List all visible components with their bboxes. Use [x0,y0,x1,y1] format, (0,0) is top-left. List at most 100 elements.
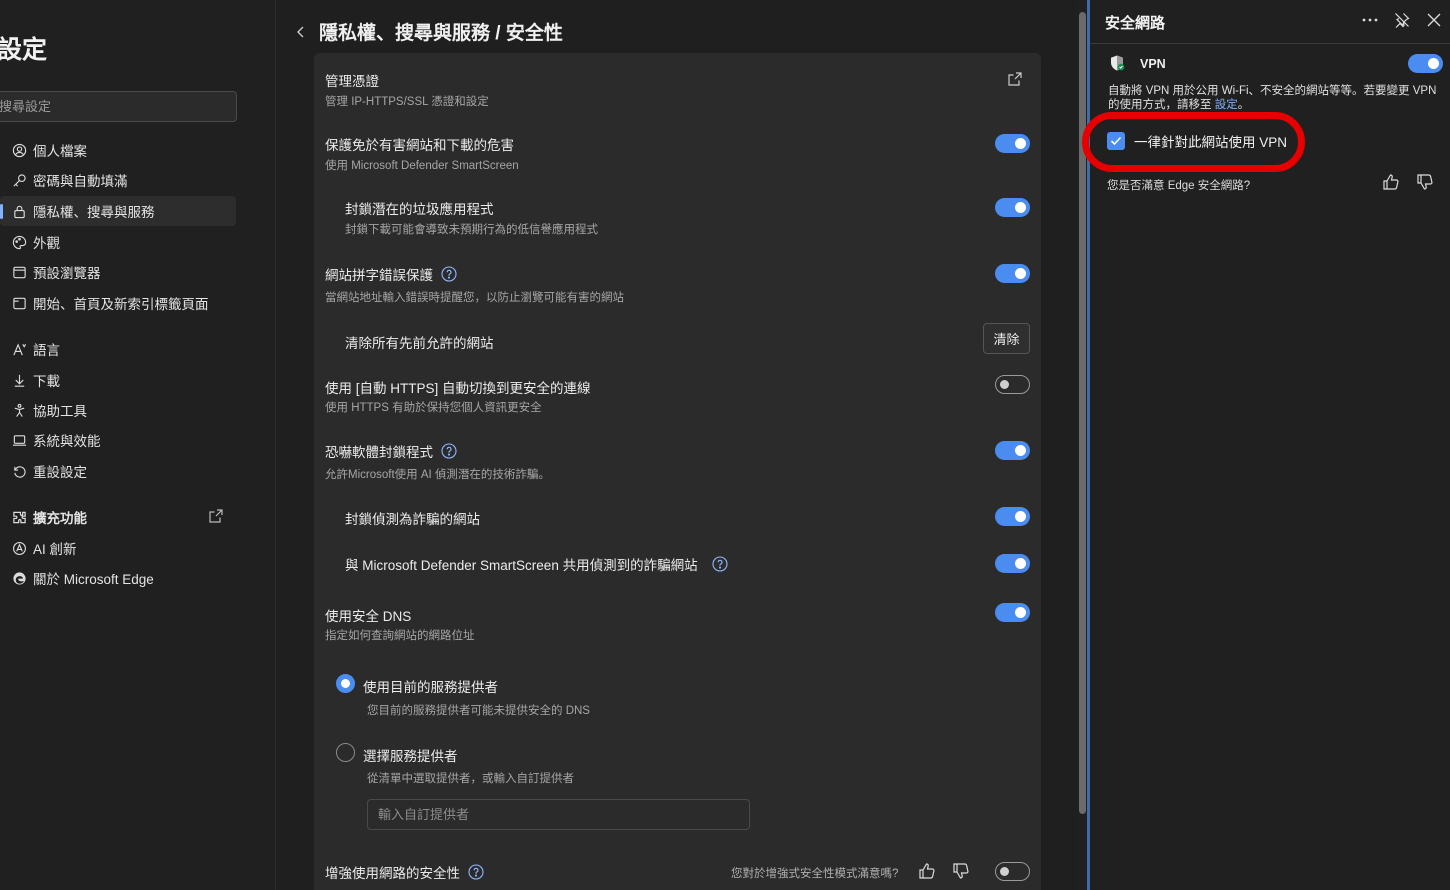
smartscreen-desc: 使用 Microsoft Defender SmartScreen [325,160,519,172]
reset-icon [10,462,28,480]
language-icon [10,340,28,358]
enhanced-security-toggle[interactable] [995,862,1030,881]
manage-certificates-title: 管理憑證 [325,74,379,89]
typosquatting-label: 網站拼字錯誤保護 [325,268,433,283]
sidebar-item-reset[interactable]: 重設設定 [0,456,236,486]
vpn-settings-link[interactable]: 設定 [1215,99,1238,111]
settings-main: 隱私權、搜尋與服務 / 安全性 管理憑證 管理 IP-HTTPS/SSL 憑證和… [277,0,1077,890]
sidebar-item-ai[interactable]: AI 創新 [0,533,236,563]
vpn-label: VPN [1140,57,1166,71]
enhanced-security-title: 增強使用網路的安全性 [325,862,484,882]
sidebar-item-label: 系統與效能 [33,434,101,449]
block-scam-title: 封鎖偵測為詐騙的網站 [345,512,480,527]
panel-feedback-question: 您是否滿意 Edge 安全網路? [1107,180,1251,192]
typosquatting-title: 網站拼字錯誤保護 [325,264,457,284]
sidebar-item-passwords[interactable]: 密碼與自動填滿 [0,165,236,195]
secure-dns-toggle[interactable] [995,603,1030,622]
manage-certificates-desc: 管理 IP-HTTPS/SSL 憑證和設定 [325,96,489,108]
settings-title: 設定 [0,36,48,64]
open-external-icon[interactable] [1007,71,1023,87]
scareware-title: 恐嚇軟體封鎖程式 [325,441,457,461]
scareware-toggle[interactable] [995,441,1030,460]
help-icon[interactable] [441,266,457,282]
sidebar-item-profile[interactable]: 個人檔案 [0,135,236,165]
browser-icon [10,263,28,281]
vpn-description: 自動將 VPN 用於公用 Wi-Fi、不安全的網站等等。若要變更 VPN 的使用… [1108,85,1437,111]
help-icon[interactable] [712,556,728,572]
auto-https-title: 使用 [自動 HTTPS] 自動切換到更安全的連線 [325,381,591,396]
vpn-shield-icon [1108,54,1126,75]
smartscreen-title: 保護免於有害網站和下載的危害 [325,138,514,153]
vpn-toggle[interactable] [1408,54,1443,73]
key-icon [10,171,28,189]
panel-title: 安全網路 [1105,15,1166,32]
sidebar-item-label: 預設瀏覽器 [33,266,101,281]
custom-dns-provider-input[interactable]: 輸入自訂提供者 [367,799,750,830]
sidebar-item-system[interactable]: 系統與效能 [0,425,236,455]
thumbs-down-icon[interactable] [1416,173,1434,191]
home-icon [10,294,28,312]
download-icon [10,371,28,389]
thumbs-down-icon[interactable] [952,862,970,880]
dns-choose-provider-radio[interactable] [336,743,355,762]
block-scam-toggle[interactable] [995,507,1030,526]
scareware-desc: 允許Microsoft使用 AI 偵測潛在的技術詐騙。 [325,469,550,481]
block-pua-toggle[interactable] [995,198,1030,217]
vpn-description-text: 自動將 VPN 用於公用 Wi-Fi、不安全的網站等等。若要變更 VPN 的使用… [1108,85,1437,111]
enhanced-security-feedback: 您對於增強式安全性模式滿意嗎? [731,868,899,880]
thumbs-up-icon[interactable] [918,862,936,880]
sidebar-item-start-home[interactable]: 開始、首頁及新索引標籤頁面 [0,288,236,318]
enhanced-security-label: 增強使用網路的安全性 [325,866,460,881]
secure-dns-desc: 指定如何查詢網站的網路位址 [325,630,475,642]
dns-current-provider-radio[interactable] [336,674,355,693]
auto-https-desc: 使用 HTTPS 有助於保持您個人資訊更安全 [325,402,542,414]
sidebar-item-privacy[interactable]: 隱私權、搜尋與服務 [0,196,236,226]
breadcrumb: 隱私權、搜尋與服務 / 安全性 [295,18,563,45]
sidebar-item-downloads[interactable]: 下載 [0,365,236,395]
sidebar-item-languages[interactable]: 語言 [0,334,236,364]
back-chevron-icon[interactable] [295,25,313,39]
clear-allowed-sites-title: 清除所有先前允許的網站 [345,336,494,351]
always-vpn-checkbox[interactable] [1107,132,1125,150]
more-options-icon[interactable] [1360,10,1380,30]
thumbs-up-icon[interactable] [1382,173,1400,191]
close-icon[interactable] [1424,10,1444,30]
open-external-icon[interactable] [208,508,224,524]
secure-dns-title: 使用安全 DNS [325,609,412,624]
block-pua-title: 封鎖潛在的垃圾應用程式 [345,202,494,217]
smartscreen-toggle[interactable] [995,134,1030,153]
search-settings-input[interactable]: 搜尋設定 [0,91,237,122]
extension-icon [10,508,28,526]
sidebar-item-extensions[interactable]: 擴充功能 [0,502,236,532]
sidebar-item-label: 關於 Microsoft Edge [33,572,154,587]
clear-button[interactable]: 清除 [983,323,1030,354]
panel-header-actions [1360,10,1444,30]
dns-choose-provider-title: 選擇服務提供者 [363,749,458,764]
scareware-label: 恐嚇軟體封鎖程式 [325,445,433,460]
typosquatting-toggle[interactable] [995,264,1030,283]
help-icon[interactable] [441,443,457,459]
sidebar-item-about[interactable]: 關於 Microsoft Edge [0,563,236,593]
panel-feedback-actions [1382,173,1434,191]
sidebar-item-label: 個人檔案 [33,144,87,159]
sidebar-item-label: AI 創新 [33,542,77,557]
profile-icon [10,141,28,159]
auto-https-toggle[interactable] [995,375,1030,394]
sidebar-item-appearance[interactable]: 外觀 [0,227,236,257]
sidebar-item-label: 開始、首頁及新索引標籤頁面 [33,297,209,312]
share-scam-toggle[interactable] [995,554,1030,573]
sidebar-item-label: 下載 [33,374,60,389]
block-pua-desc: 封鎖下載可能會導致未預期行為的低信譽應用程式 [345,224,598,236]
typosquatting-desc: 當網站地址輸入錯誤時提醒您，以防止瀏覽可能有害的網站 [325,292,624,304]
settings-sidebar: 設定 搜尋設定 個人檔案 密碼與自動填滿 隱私權、搜尋與服務 外觀 預設瀏覽器 … [0,0,276,890]
sidebar-item-accessibility[interactable]: 協助工具 [0,395,236,425]
share-scam-title: 與 Microsoft Defender SmartScreen 共用偵測到的詐… [345,554,728,574]
help-icon[interactable] [468,864,484,880]
sidebar-item-default-browser[interactable]: 預設瀏覽器 [0,257,236,287]
edge-icon [10,569,28,587]
share-scam-label: 與 Microsoft Defender SmartScreen 共用偵測到的詐… [345,558,698,573]
palette-icon [10,233,28,251]
unpin-icon[interactable] [1392,10,1412,30]
dns-current-provider-desc: 您目前的服務提供者可能未提供安全的 DNS [367,705,590,717]
always-vpn-option[interactable]: 一律針對此網站使用 VPN [1107,131,1287,151]
